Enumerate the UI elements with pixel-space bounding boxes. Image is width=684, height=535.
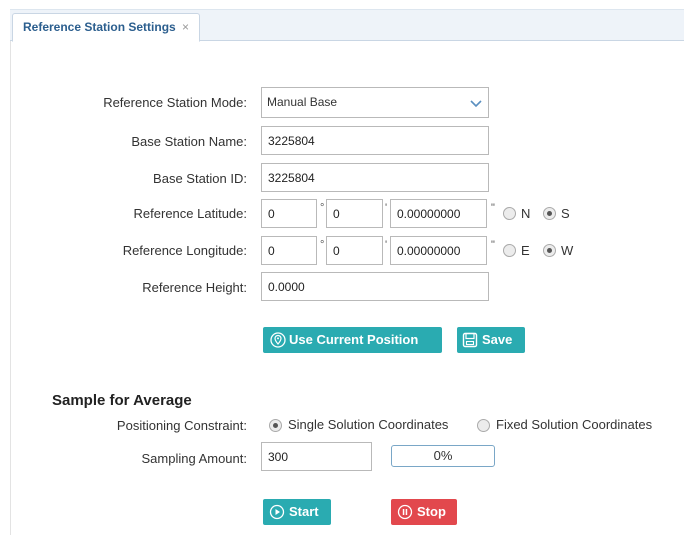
use-current-position-label: Use Current Position xyxy=(289,332,419,347)
name-label: Base Station Name: xyxy=(131,134,247,149)
play-circle-icon xyxy=(269,504,285,520)
stop-label: Stop xyxy=(417,504,446,519)
floppy-disk-icon xyxy=(462,332,478,348)
west-label: W xyxy=(561,243,574,258)
degree-symbol: ° xyxy=(320,202,325,214)
mode-select-value: Manual Base xyxy=(267,95,338,109)
pause-circle-icon xyxy=(397,504,413,520)
latitude-seconds-field[interactable] xyxy=(390,199,487,228)
latitude-label: Reference Latitude: xyxy=(133,206,247,221)
latitude-minutes-field[interactable] xyxy=(326,199,383,228)
height-label: Reference Height: xyxy=(142,280,247,295)
south-label: S xyxy=(561,206,570,221)
start-label: Start xyxy=(289,504,319,519)
north-radio[interactable] xyxy=(503,207,516,220)
sampling-progress-bar: 0% xyxy=(391,445,495,467)
sample-section-title: Sample for Average xyxy=(52,392,192,409)
chevron-down-icon xyxy=(470,100,482,108)
id-label: Base Station ID: xyxy=(153,171,247,186)
location-pin-icon xyxy=(270,332,286,348)
longitude-label: Reference Longitude: xyxy=(122,243,247,258)
tab-title: Reference Station Settings xyxy=(23,20,176,34)
fixed-solution-label: Fixed Solution Coordinates xyxy=(496,417,653,432)
minute-symbol: ' xyxy=(385,202,388,214)
use-current-position-button[interactable]: Use Current Position xyxy=(263,327,442,353)
east-radio[interactable] xyxy=(503,244,516,257)
reference-height-field[interactable] xyxy=(261,272,489,301)
longitude-minutes-field[interactable] xyxy=(326,236,383,265)
start-button[interactable]: Start xyxy=(263,499,331,525)
single-solution-label: Single Solution Coordinates xyxy=(288,417,449,432)
north-label: N xyxy=(521,206,531,221)
west-radio[interactable] xyxy=(543,244,556,257)
fixed-solution-radio[interactable] xyxy=(477,419,490,432)
mode-label: Reference Station Mode: xyxy=(103,95,247,110)
tab-reference-station-settings[interactable]: Reference Station Settings × xyxy=(12,13,201,42)
longitude-seconds-field[interactable] xyxy=(390,236,487,265)
minute-symbol: ' xyxy=(385,239,388,251)
stop-button[interactable]: Stop xyxy=(391,499,457,525)
longitude-degrees-field[interactable] xyxy=(261,236,317,265)
constraint-label: Positioning Constraint: xyxy=(116,418,247,433)
base-station-id-field[interactable] xyxy=(261,163,489,192)
east-label: E xyxy=(521,243,530,258)
save-label: Save xyxy=(482,332,513,347)
mode-select[interactable]: Manual Base xyxy=(261,87,489,118)
save-button[interactable]: Save xyxy=(457,327,525,353)
sampling-amount-field[interactable] xyxy=(261,442,372,471)
latitude-degrees-field[interactable] xyxy=(261,199,317,228)
tab-bar: Reference Station Settings × xyxy=(10,9,684,42)
second-symbol: " xyxy=(491,202,495,214)
second-symbol: " xyxy=(491,239,495,251)
sampling-amount-label: Sampling Amount: xyxy=(141,451,247,466)
south-radio[interactable] xyxy=(543,207,556,220)
close-icon[interactable]: × xyxy=(182,20,189,34)
base-station-name-field[interactable] xyxy=(261,126,489,155)
progress-text: 0% xyxy=(433,448,453,463)
degree-symbol: ° xyxy=(320,239,325,251)
single-solution-radio[interactable] xyxy=(269,419,282,432)
